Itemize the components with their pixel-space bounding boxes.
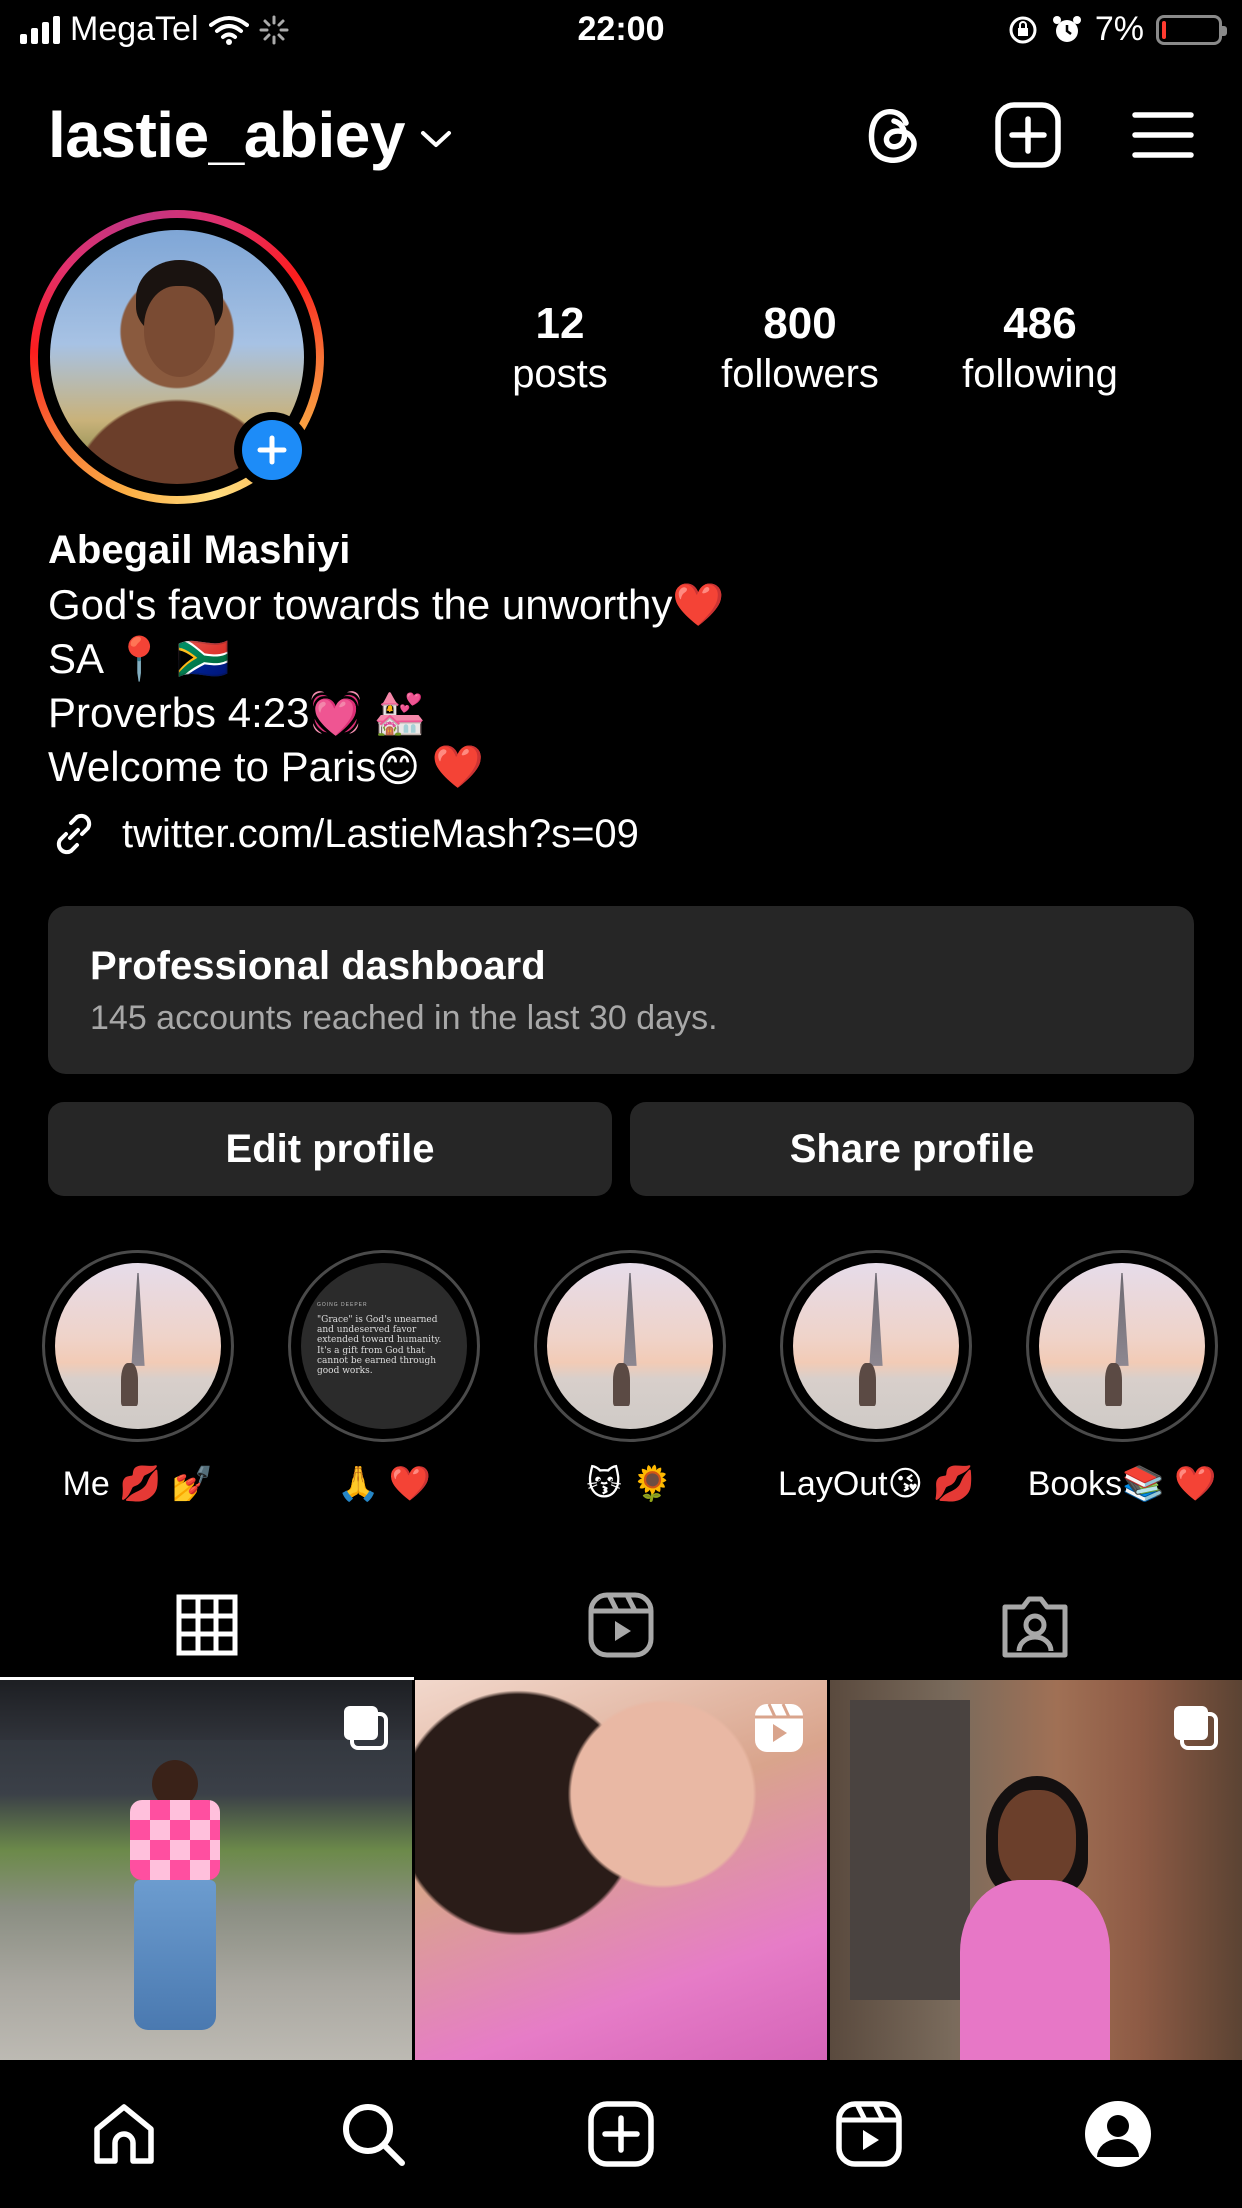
bio-link-text[interactable]: twitter.com/LastieMash?s=09 bbox=[122, 812, 639, 857]
bio-link[interactable]: twitter.com/LastieMash?s=09 bbox=[48, 804, 1198, 864]
alarm-icon bbox=[1052, 15, 1081, 42]
nav-profile[interactable] bbox=[994, 2060, 1242, 2208]
highlight-item[interactable]: 😽 🌻 bbox=[532, 1250, 728, 1504]
stat-followers[interactable]: 800 followers bbox=[680, 299, 920, 400]
menu-icon[interactable] bbox=[1132, 109, 1194, 161]
nav-search[interactable] bbox=[248, 2060, 496, 2208]
story-highlights: Me 💋 💅 GOING DEEPER "Grace" is God's une… bbox=[0, 1250, 1242, 1510]
highlight-label: 😽 🌻 bbox=[586, 1465, 674, 1503]
link-icon bbox=[56, 813, 92, 855]
highlight-label: 🙏 ❤️ bbox=[336, 1465, 432, 1503]
highlight-cover bbox=[793, 1263, 959, 1429]
rotation-lock-icon bbox=[1009, 16, 1037, 43]
highlight-label: Books📚 ❤️ bbox=[1027, 1465, 1217, 1503]
plus-icon bbox=[242, 420, 302, 480]
reel-badge-icon bbox=[755, 1703, 803, 1752]
highlight-label: Me 💋 💅 bbox=[62, 1465, 214, 1503]
highlight-cover bbox=[55, 1263, 221, 1429]
battery-fill bbox=[1162, 20, 1166, 39]
highlight-item[interactable]: LayOut😘 💋 bbox=[778, 1250, 975, 1504]
highlight-cover: GOING DEEPER "Grace" is God's unearned a… bbox=[301, 1263, 467, 1429]
username[interactable]: lastie_abiey bbox=[48, 98, 405, 172]
post-grid bbox=[0, 1680, 1242, 2060]
highlight-item[interactable]: Me 💋 💅 bbox=[40, 1250, 236, 1504]
post-thumbnail[interactable] bbox=[415, 1680, 827, 2060]
highlight-cover-heading: GOING DEEPER bbox=[317, 1302, 368, 1308]
display-name: Abegail Mashiyi bbox=[48, 528, 351, 572]
bio-line: God's favor towards the unworthy❤️ bbox=[48, 581, 725, 628]
avatar-face bbox=[143, 285, 216, 378]
stat-label: posts bbox=[512, 352, 608, 397]
stat-following[interactable]: 486 following bbox=[920, 299, 1160, 400]
threads-icon[interactable] bbox=[862, 103, 924, 167]
post-thumbnail[interactable] bbox=[0, 1680, 412, 2060]
nav-create[interactable] bbox=[497, 2060, 745, 2208]
carousel-icon bbox=[1174, 1706, 1218, 1750]
profile-icon bbox=[1084, 2101, 1151, 2167]
post-photo-door bbox=[850, 1700, 970, 2000]
post-photo-person bbox=[120, 1760, 230, 2060]
stat-value: 12 bbox=[535, 299, 585, 348]
content-tabs bbox=[0, 1570, 1242, 1680]
chevron-down-icon[interactable] bbox=[419, 127, 453, 151]
profile-header: lastie_abiey bbox=[48, 90, 1194, 180]
highlight-ring: GOING DEEPER "Grace" is God's unearned a… bbox=[288, 1250, 480, 1442]
profile-bio: Abegail Mashiyi God's favor towards the … bbox=[48, 522, 1198, 864]
highlight-cover bbox=[547, 1263, 713, 1429]
grid-icon bbox=[176, 1594, 238, 1656]
highlight-label: LayOut😘 💋 bbox=[778, 1465, 975, 1503]
status-bar: MegaTel 22:00 7% bbox=[0, 0, 1242, 62]
nav-reels[interactable] bbox=[745, 2060, 993, 2208]
reels-icon bbox=[836, 2101, 903, 2167]
bio-line: SA 📍 🇿🇦 bbox=[48, 635, 230, 682]
post-thumbnail[interactable] bbox=[830, 1680, 1242, 2060]
share-profile-button[interactable]: Share profile bbox=[630, 1102, 1194, 1196]
tab-posts[interactable] bbox=[0, 1570, 414, 1680]
add-story-button[interactable] bbox=[234, 412, 310, 488]
reels-icon bbox=[588, 1592, 654, 1658]
dashboard-title: Professional dashboard bbox=[90, 944, 546, 988]
highlight-ring bbox=[534, 1250, 726, 1442]
stat-label: following bbox=[962, 352, 1118, 397]
profile-actions: Edit profile Share profile bbox=[48, 1102, 1194, 1196]
battery-percent: 7% bbox=[1094, 10, 1144, 48]
stat-value: 486 bbox=[1003, 299, 1077, 348]
create-icon bbox=[588, 2101, 654, 2167]
carousel-icon bbox=[344, 1706, 388, 1750]
stat-label: followers bbox=[721, 352, 879, 397]
dashboard-subtitle: 145 accounts reached in the last 30 days… bbox=[90, 999, 718, 1037]
tab-reels[interactable] bbox=[414, 1570, 828, 1680]
nav-home[interactable] bbox=[0, 2060, 248, 2208]
highlight-ring bbox=[1026, 1250, 1218, 1442]
tab-tagged[interactable] bbox=[828, 1570, 1242, 1680]
tagged-icon bbox=[1002, 1596, 1068, 1658]
search-icon bbox=[342, 2104, 405, 2166]
header-actions bbox=[862, 101, 1194, 169]
professional-dashboard[interactable]: Professional dashboard 145 accounts reac… bbox=[48, 906, 1194, 1074]
highlight-cover-text: GOING DEEPER "Grace" is God's unearned a… bbox=[317, 1302, 451, 1377]
stat-posts[interactable]: 12 posts bbox=[440, 299, 680, 400]
highlight-cover bbox=[1039, 1263, 1205, 1429]
bio-line: Proverbs 4:23💓 💒 bbox=[48, 689, 426, 736]
status-right: 7% bbox=[1007, 10, 1227, 49]
highlight-item[interactable]: Books📚 ❤️ bbox=[1024, 1250, 1220, 1504]
stat-value: 800 bbox=[763, 299, 837, 348]
home-icon bbox=[94, 2104, 154, 2164]
profile-stats: 12 posts 800 followers 486 following bbox=[440, 299, 1200, 400]
battery-icon bbox=[1156, 14, 1227, 45]
bio-line: Welcome to Paris😊 ❤️ bbox=[48, 743, 485, 790]
highlight-ring bbox=[42, 1250, 234, 1442]
bottom-nav bbox=[0, 2060, 1242, 2208]
highlight-item[interactable]: GOING DEEPER "Grace" is God's unearned a… bbox=[286, 1250, 482, 1504]
new-post-icon[interactable] bbox=[994, 101, 1062, 169]
highlight-cover-body: "Grace" is God's unearned and undeserved… bbox=[317, 1314, 442, 1377]
edit-profile-button[interactable]: Edit profile bbox=[48, 1102, 612, 1196]
highlight-ring bbox=[780, 1250, 972, 1442]
